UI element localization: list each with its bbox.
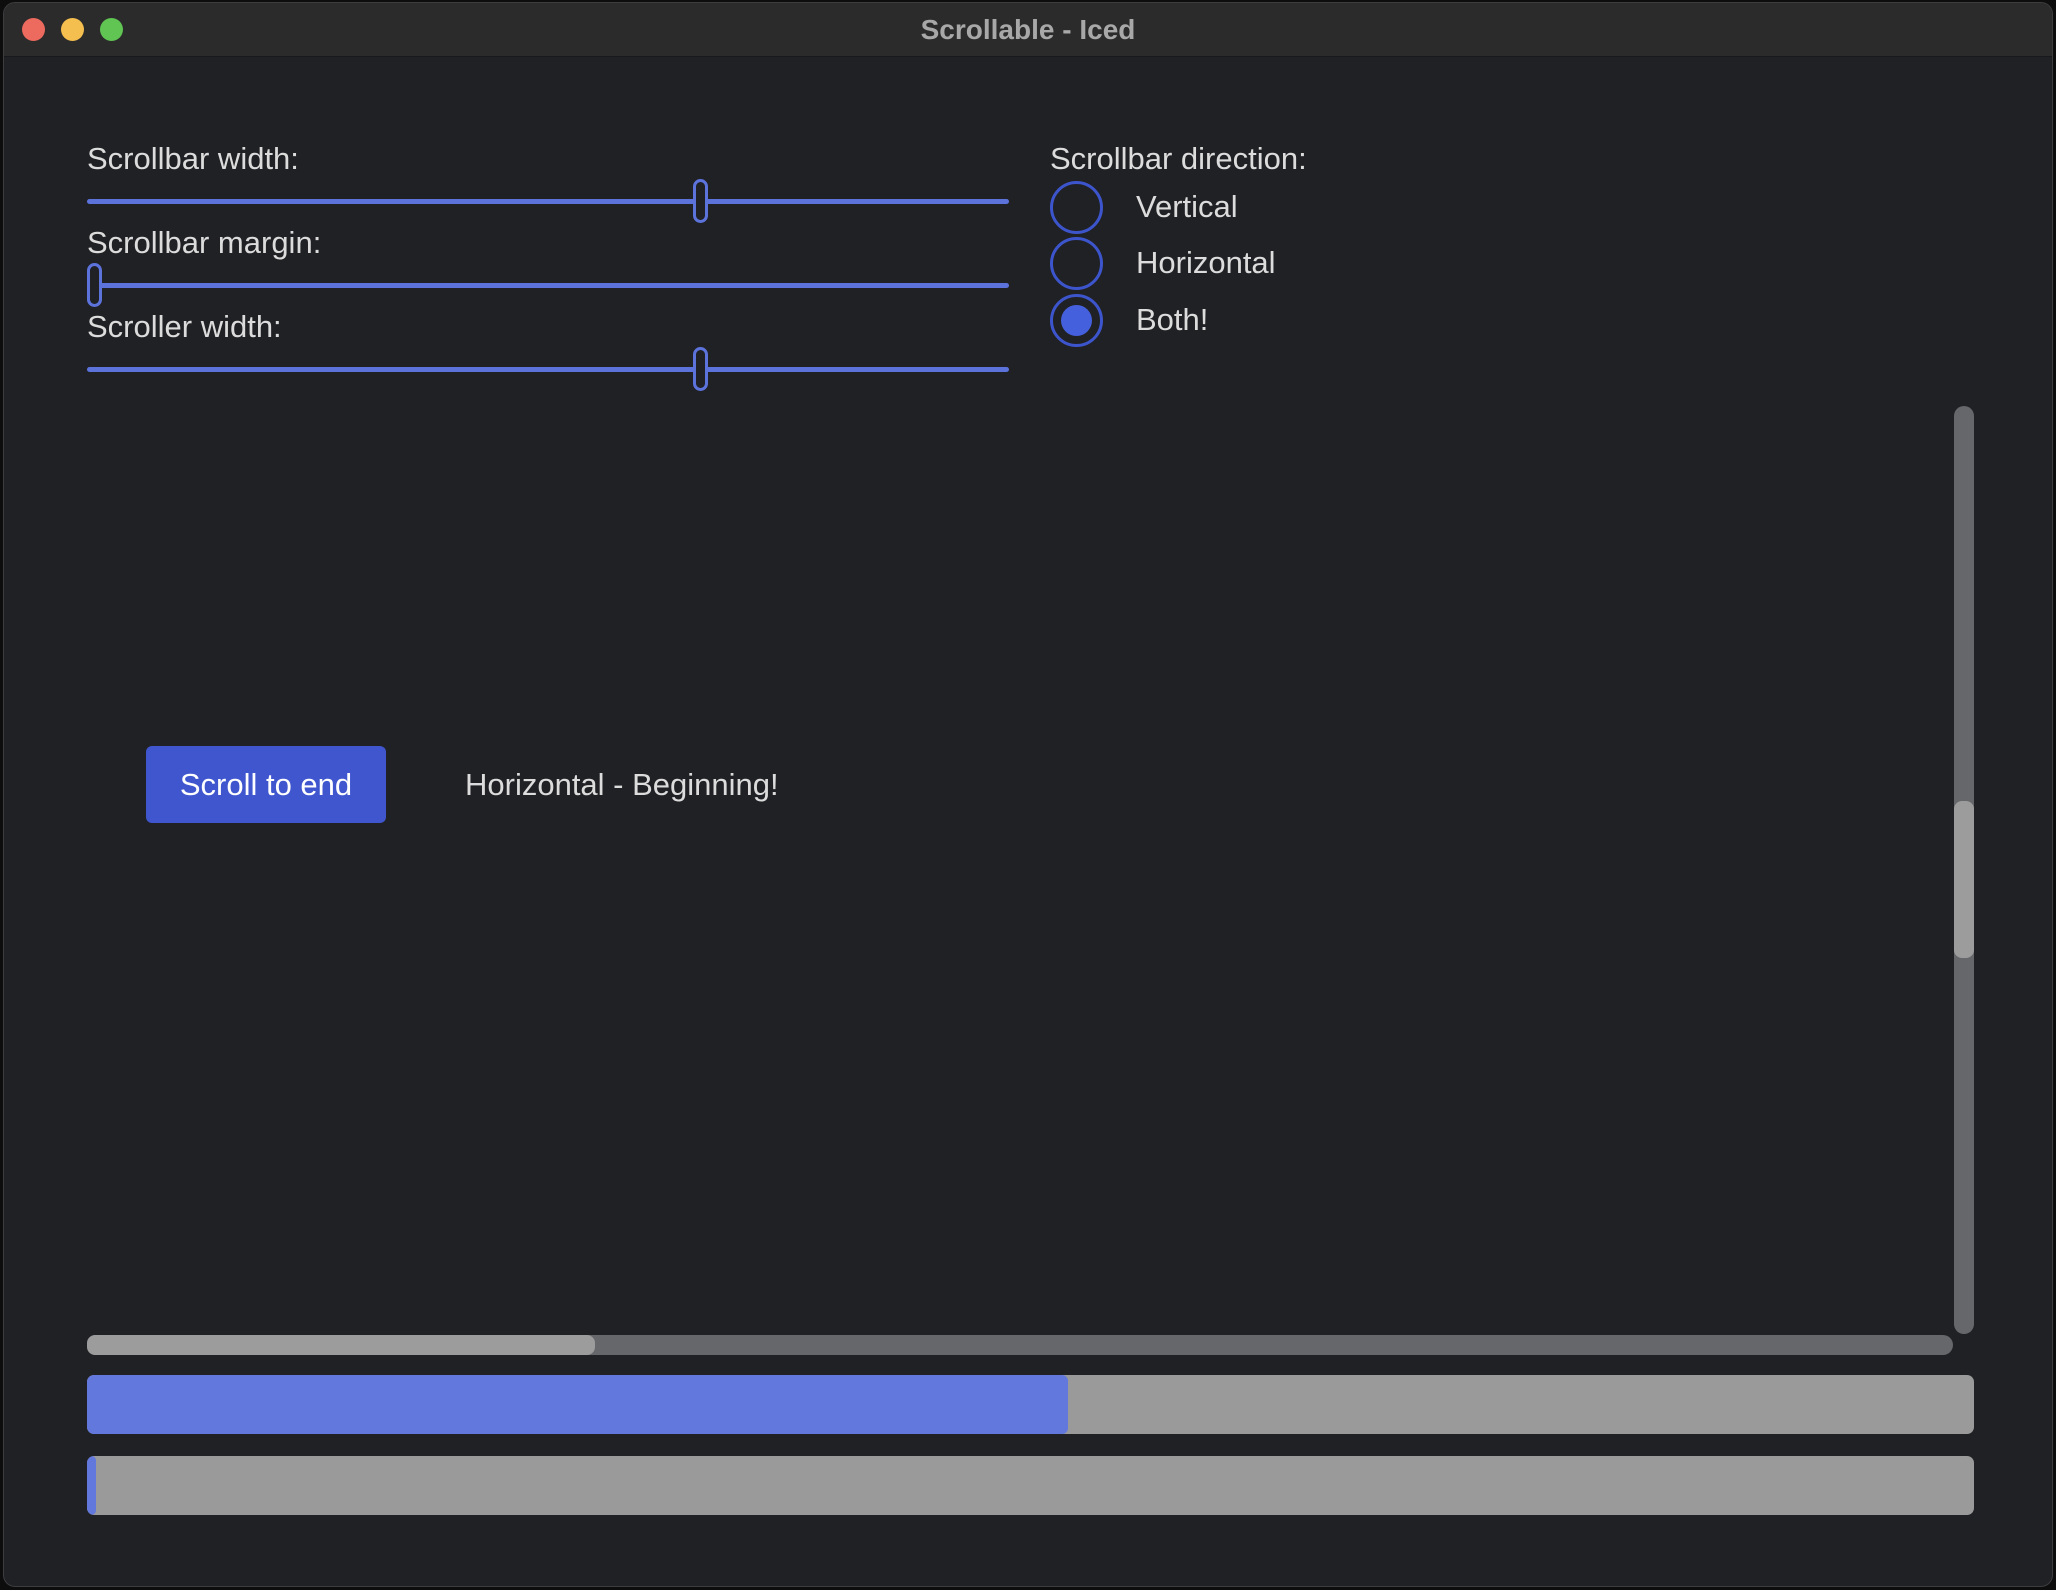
radio-circle-icon[interactable] bbox=[1050, 237, 1103, 290]
horizontal-scrollbar-track[interactable] bbox=[87, 1335, 1953, 1355]
scrollbar-margin-slider[interactable] bbox=[87, 262, 1009, 308]
slider-rail[interactable] bbox=[87, 367, 1009, 372]
scrollbar-width-slider[interactable] bbox=[87, 178, 1009, 224]
scrollbar-margin-label: Scrollbar margin: bbox=[87, 225, 321, 261]
slider-handle[interactable] bbox=[87, 263, 102, 307]
radio-horizontal[interactable]: Horizontal bbox=[1050, 235, 1276, 291]
progress-fill bbox=[87, 1456, 96, 1515]
slider-handle[interactable] bbox=[693, 347, 708, 391]
radio-both[interactable]: Both! bbox=[1050, 292, 1208, 348]
progress-fill bbox=[87, 1375, 1068, 1434]
window-title: Scrollable - Iced bbox=[4, 3, 2052, 57]
scroller-width-label: Scroller width: bbox=[87, 309, 282, 345]
vertical-scrollbar-thumb[interactable] bbox=[1954, 801, 1974, 958]
horizontal-progress-bar bbox=[87, 1375, 1974, 1434]
scroll-status-text: Horizontal - Beginning! bbox=[465, 746, 779, 823]
horizontal-scrollbar-thumb[interactable] bbox=[87, 1335, 595, 1355]
vertical-scrollbar-track[interactable] bbox=[1954, 406, 1974, 1334]
scroll-to-end-button[interactable]: Scroll to end bbox=[146, 746, 386, 823]
scroller-width-slider[interactable] bbox=[87, 346, 1009, 392]
vertical-progress-bar bbox=[87, 1456, 1974, 1515]
radio-circle-icon[interactable] bbox=[1050, 294, 1103, 347]
radio-both-label: Both! bbox=[1136, 302, 1208, 338]
radio-horizontal-label: Horizontal bbox=[1136, 245, 1276, 281]
radio-vertical[interactable]: Vertical bbox=[1050, 179, 1238, 235]
slider-rail[interactable] bbox=[87, 283, 1009, 288]
slider-rail[interactable] bbox=[87, 199, 1009, 204]
slider-handle[interactable] bbox=[693, 179, 708, 223]
title-bar[interactable]: Scrollable - Iced bbox=[4, 3, 2052, 57]
app-window: Scrollable - Iced Scrollbar width: Scrol… bbox=[3, 2, 2053, 1587]
radio-dot-icon bbox=[1061, 305, 1092, 336]
radio-vertical-label: Vertical bbox=[1136, 189, 1238, 225]
radio-circle-icon[interactable] bbox=[1050, 181, 1103, 234]
scrollbar-direction-label: Scrollbar direction: bbox=[1050, 141, 1307, 177]
scrollbar-width-label: Scrollbar width: bbox=[87, 141, 299, 177]
